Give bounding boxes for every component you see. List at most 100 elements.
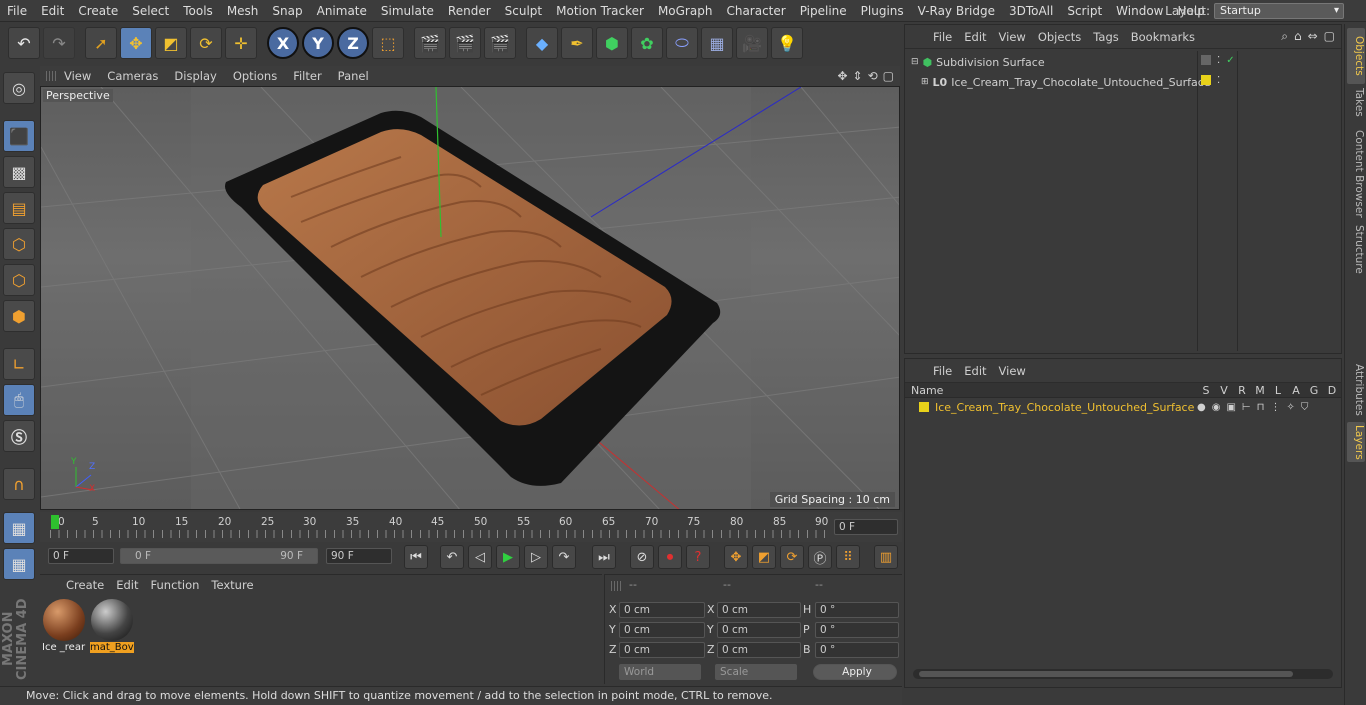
timeline-window-button[interactable]: ▥ [874,545,898,569]
mat-menu-function[interactable]: Function [145,578,206,592]
camera-button[interactable]: 🎥 [736,27,768,59]
render-settings-button[interactable]: 🎬 [484,27,516,59]
menu-render[interactable]: Render [441,4,498,18]
vp-menu-filter[interactable]: Filter [285,69,329,83]
maximize-icon[interactable]: ▢ [883,69,894,83]
layer-color-swatch[interactable] [919,402,929,412]
render-clapper-icon[interactable]: ▣ [1226,402,1235,413]
key-parameter-button[interactable]: Ⓟ [808,545,832,569]
pan-icon[interactable]: ✥ [837,69,847,83]
tab-content-browser[interactable]: Content Browser [1347,124,1365,224]
tree-collapse-icon[interactable]: ⊟ [911,57,919,67]
goto-end-button[interactable]: ⏭ [592,545,616,569]
menu-create[interactable]: Create [71,4,125,18]
goto-start-button[interactable]: ⏮ [404,545,428,569]
layer-menu-file[interactable]: File [927,364,958,378]
end-frame-field[interactable]: 90 F [326,548,392,564]
visibility-dots-icon[interactable]: ⁚ [1217,75,1220,86]
menu-simulate[interactable]: Simulate [374,4,441,18]
menu-file[interactable]: File [0,4,34,18]
layer-col-view[interactable]: V [1215,384,1233,397]
edge-mode-button[interactable]: ⬡ [3,264,35,296]
position-y-field[interactable]: 0 cm [619,622,705,638]
live-selection-button[interactable]: ➚ [85,27,117,59]
cube-primitive-button[interactable]: ◆ [526,27,558,59]
key-rotation-button[interactable]: ⟳ [780,545,804,569]
tab-takes[interactable]: Takes [1347,84,1365,120]
scrollbar-thumb[interactable] [919,671,1293,677]
home-icon[interactable]: ⌂ [1294,29,1302,44]
record-keys-button[interactable]: ⊘ [630,545,654,569]
play-button[interactable]: ▶ [496,545,520,569]
material-swatch[interactable]: mat_Bov [90,598,134,656]
playhead[interactable] [51,515,59,529]
snap-button[interactable]: ∩ [3,468,35,500]
vp-menu-options[interactable]: Options [225,69,285,83]
mat-menu-edit[interactable]: Edit [110,578,144,592]
menu-motion-tracker[interactable]: Motion Tracker [549,4,651,18]
layer-col-render[interactable]: R [1233,384,1251,397]
layer-col-generators[interactable]: G [1305,384,1323,397]
vp-menu-display[interactable]: Display [166,69,224,83]
autokey-button[interactable]: ⏺ [658,545,682,569]
obj-menu-tags[interactable]: Tags [1087,30,1124,44]
frame-range-slider[interactable]: 0 F 90 F [120,548,318,564]
key-pla-button[interactable]: ⠿ [836,545,860,569]
axis-mode-button[interactable]: ∟ [3,348,35,380]
prev-frame-button[interactable]: ◁ [468,545,492,569]
eye-icon[interactable]: ◉ [1212,402,1221,413]
generator-icon[interactable]: ✧ [1286,402,1294,413]
material-swatch[interactable]: Ice _rear [42,598,86,656]
menu-window[interactable]: Window [1109,4,1170,18]
coord-mode-dropdown[interactable]: World [619,664,701,680]
redo-button[interactable]: ↷ [43,27,75,59]
obj-menu-bookmarks[interactable]: Bookmarks [1125,30,1201,44]
make-editable-button[interactable]: ◎ [3,72,35,104]
move-tool-button[interactable]: ✥ [120,27,152,59]
start-frame-field[interactable]: 0 F [48,548,114,564]
3d-viewport[interactable]: Perspective Y Z X Grid Spacing : 10 cm [40,86,900,510]
workplane-mode-button[interactable]: ▤ [3,192,35,224]
subdivision-button[interactable]: ⬢ [596,27,628,59]
floor-button[interactable]: ▦ [701,27,733,59]
menu-animate[interactable]: Animate [310,4,374,18]
layer-name-header[interactable]: Name [905,384,1197,397]
pen-spline-button[interactable]: ✒ [561,27,593,59]
menu-plugins[interactable]: Plugins [854,4,911,18]
tweak-mode-button[interactable]: 🖱 [3,384,35,416]
layer-row[interactable]: Ice_Cream_Tray_Chocolate_Untouched_Surfa… [905,399,1341,415]
workplane-lock-button[interactable]: ▦ [3,512,35,544]
rotation-p-field[interactable]: 0 ° [815,622,899,638]
menu-snap[interactable]: Snap [265,4,309,18]
menu-tools[interactable]: Tools [176,4,220,18]
keyframe-selection-button[interactable]: ? [686,545,710,569]
obj-menu-objects[interactable]: Objects [1032,30,1087,44]
layer-blank-icon[interactable] [1201,55,1211,65]
polygon-mode-button[interactable]: ⬢ [3,300,35,332]
zoom-icon[interactable]: ⇕ [853,69,863,83]
menu-mesh[interactable]: Mesh [220,4,266,18]
render-view-button[interactable]: 🎬 [414,27,446,59]
enabled-check-icon[interactable]: ✓ [1226,55,1234,66]
next-key-button[interactable]: ↷ [552,545,576,569]
deformer-button[interactable]: ⬭ [666,27,698,59]
mat-menu-create[interactable]: Create [60,578,110,592]
tab-layers[interactable]: Layers [1347,422,1365,462]
orbit-icon[interactable]: ⟲ [868,69,878,83]
menu-mograph[interactable]: MoGraph [651,4,720,18]
search-icon[interactable]: ⌕ [1281,29,1288,44]
manager-hierarchy-icon[interactable]: ⊢ [1242,402,1251,413]
obj-menu-file[interactable]: File [927,30,958,44]
next-frame-button[interactable]: ▷ [524,545,548,569]
menu-pipeline[interactable]: Pipeline [793,4,854,18]
z-axis-button[interactable]: Z [337,27,369,59]
menu-sculpt[interactable]: Sculpt [498,4,549,18]
arrows-icon[interactable]: ⇔ [1308,29,1318,44]
lock-icon[interactable]: ⊓ [1257,402,1265,413]
tab-objects[interactable]: Objects [1347,28,1365,84]
visibility-dots-icon[interactable]: ⁚ [1217,55,1220,66]
size-y-field[interactable]: 0 cm [717,622,801,638]
scale-tool-button[interactable]: ◩ [155,27,187,59]
deformer-icon[interactable]: ⛉ [1301,402,1309,413]
key-scale-button[interactable]: ◩ [752,545,776,569]
